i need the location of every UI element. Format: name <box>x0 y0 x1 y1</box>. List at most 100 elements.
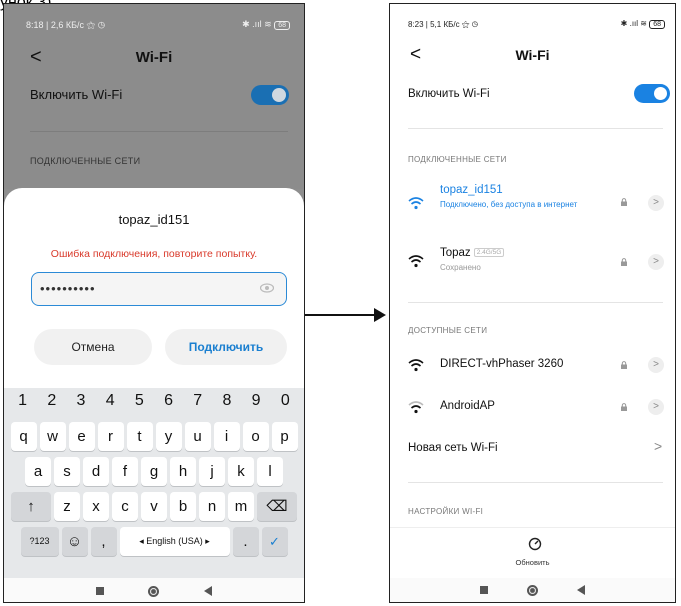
bottom-action-bar: Обновить <box>390 527 675 577</box>
lock-icon <box>621 198 627 206</box>
wifi-icon <box>408 359 424 372</box>
network-name: DIRECT-vhPhaser 3260 <box>440 358 564 370</box>
wifi-toggle[interactable] <box>634 84 670 103</box>
key-r[interactable]: r <box>97 422 124 451</box>
key-2[interactable]: 2 <box>38 390 66 412</box>
key-k[interactable]: k <box>228 457 254 486</box>
network-details-button[interactable]: > <box>648 195 664 211</box>
key-1[interactable]: 1 <box>9 390 37 412</box>
network-name-row: Topaz 2.4G/5G <box>440 247 505 259</box>
network-item-topaz-id151[interactable]: topaz_id151 Подключено, без доступа в ин… <box>390 182 675 226</box>
status-bar-right: ✱ .ııl ≋ 68 <box>621 19 665 29</box>
key-m[interactable]: m <box>228 492 254 521</box>
key-4[interactable]: 4 <box>96 390 124 412</box>
key-0[interactable]: 0 <box>271 390 299 412</box>
key-row-2: a s d f g h j k l <box>4 457 304 486</box>
network-details-button[interactable]: > <box>648 399 664 415</box>
symbols-key[interactable]: ?123 <box>20 527 59 556</box>
refresh-button[interactable]: Обновить <box>390 558 675 567</box>
key-l[interactable]: l <box>257 457 283 486</box>
key-w[interactable]: w <box>39 422 66 451</box>
key-c[interactable]: c <box>112 492 138 521</box>
key-v[interactable]: v <box>141 492 167 521</box>
lock-icon <box>621 361 627 369</box>
network-details-button[interactable]: > <box>648 357 664 373</box>
recents-icon[interactable] <box>96 587 105 595</box>
network-details-button[interactable]: > <box>648 254 664 270</box>
network-name: Topaz <box>440 247 471 259</box>
page-title: Wi-Fi <box>135 49 173 66</box>
key-o[interactable]: o <box>242 422 269 451</box>
emoji-key[interactable]: ☺ <box>61 527 88 556</box>
wifi-settings-header: НАСТРОЙКИ WI-FI <box>408 507 484 516</box>
wifi-icon <box>408 255 424 268</box>
key-u[interactable]: u <box>184 422 211 451</box>
network-item-androidap[interactable]: AndroidAP > <box>390 394 675 438</box>
divider <box>408 302 663 303</box>
keyboard: 1 2 3 4 5 6 7 8 9 0 q w e r t y u i o p … <box>4 388 304 578</box>
lock-icon <box>621 258 627 266</box>
nav-back-icon[interactable] <box>577 585 586 595</box>
key-a[interactable]: a <box>25 457 51 486</box>
signal-icons: ✱ .ııl ≋ <box>620 19 647 28</box>
period-key[interactable]: . <box>232 527 259 556</box>
key-e[interactable]: e <box>68 422 95 451</box>
home-icon[interactable] <box>526 584 538 596</box>
key-f[interactable]: f <box>112 457 138 486</box>
key-g[interactable]: g <box>141 457 167 486</box>
key-5[interactable]: 5 <box>125 390 153 412</box>
key-t[interactable]: t <box>126 422 153 451</box>
password-input[interactable]: •••••••••• <box>31 272 287 306</box>
connect-button[interactable]: Подключить <box>165 329 287 365</box>
recents-icon[interactable] <box>479 586 488 594</box>
home-icon[interactable] <box>148 585 160 597</box>
key-z[interactable]: z <box>54 492 80 521</box>
wifi-toggle[interactable] <box>251 85 289 105</box>
comma-key[interactable]: , <box>90 527 117 556</box>
key-b[interactable]: b <box>170 492 196 521</box>
eye-icon[interactable] <box>260 283 274 293</box>
key-j[interactable]: j <box>199 457 225 486</box>
wifi-toggle-label: Включить Wi-Fi <box>408 88 490 100</box>
cancel-button[interactable]: Отмена <box>34 329 152 365</box>
key-q[interactable]: q <box>10 422 37 451</box>
key-row-1: q w e r t y u i o p <box>4 422 304 451</box>
network-item-direct-vhphaser[interactable]: DIRECT-vhPhaser 3260 > <box>390 352 675 396</box>
backspace-key[interactable]: ⌫ <box>257 492 297 521</box>
wifi-icon <box>408 197 424 210</box>
divider <box>30 131 288 132</box>
shift-key[interactable]: ↑ <box>11 492 51 521</box>
password-value: •••••••••• <box>40 281 96 296</box>
nav-back-icon[interactable] <box>203 586 212 596</box>
key-s[interactable]: s <box>54 457 80 486</box>
space-key[interactable]: ◂ English (USA) ▸ <box>119 527 230 556</box>
refresh-icon[interactable] <box>527 536 543 552</box>
key-9[interactable]: 9 <box>242 390 270 412</box>
wifi-toggle-label: Включить Wi-Fi <box>30 87 123 102</box>
band-badge: 2.4G/5G <box>473 248 505 257</box>
key-7[interactable]: 7 <box>184 390 212 412</box>
key-y[interactable]: y <box>155 422 182 451</box>
key-i[interactable]: i <box>213 422 240 451</box>
key-p[interactable]: p <box>271 422 298 451</box>
key-x[interactable]: x <box>83 492 109 521</box>
connect-dialog: topaz_id151 Ошибка подключения, повторит… <box>4 188 304 388</box>
key-h[interactable]: h <box>170 457 196 486</box>
divider <box>408 128 663 129</box>
key-n[interactable]: n <box>199 492 225 521</box>
enter-key[interactable]: ✓ <box>261 527 288 556</box>
arrow-line <box>305 314 377 316</box>
network-name: topaz_id151 <box>440 184 503 196</box>
key-3[interactable]: 3 <box>67 390 95 412</box>
key-6[interactable]: 6 <box>155 390 183 412</box>
network-status: Сохранено <box>440 263 481 272</box>
dialog-title: topaz_id151 <box>118 212 190 227</box>
battery-icon: 68 <box>274 21 290 30</box>
network-item-topaz[interactable]: Topaz 2.4G/5G Сохранено > <box>390 244 675 288</box>
key-d[interactable]: d <box>83 457 109 486</box>
divider <box>408 482 663 483</box>
status-bar-right: ✱ .ııl ≋ 68 <box>242 19 290 30</box>
add-network-item[interactable]: Новая сеть Wi-Fi <box>408 442 498 454</box>
key-row-3: ↑ z x c v b n m ⌫ <box>4 492 304 521</box>
key-8[interactable]: 8 <box>213 390 241 412</box>
